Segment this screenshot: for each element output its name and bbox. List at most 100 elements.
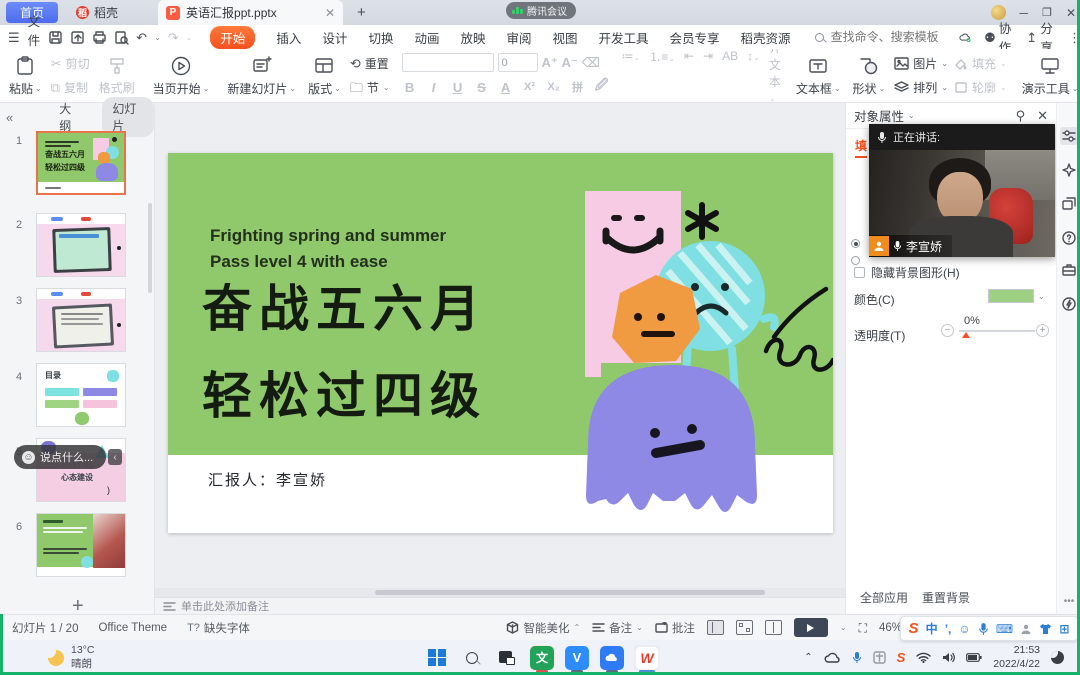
slider-marker[interactable] (962, 332, 970, 338)
more-options-icon[interactable]: ••• (1060, 593, 1078, 611)
transparency-minus[interactable]: − (941, 324, 954, 337)
slideshow-play-button[interactable] (794, 618, 828, 637)
new-slide-button[interactable]: 新建幻灯片⌄ (224, 53, 299, 99)
apply-all-button[interactable]: 全部应用 (860, 589, 908, 606)
font-name-input[interactable] (402, 53, 494, 72)
ime-emoji-icon[interactable]: ☺ (958, 622, 970, 636)
comments-button[interactable]: 批注 (655, 620, 695, 636)
slide-thumbnail-6[interactable] (36, 513, 126, 577)
task-view-button[interactable] (494, 645, 520, 671)
number-list-icon[interactable]: ⒈≡⌄ (649, 49, 675, 65)
notes-bar[interactable]: 单击此处添加备注 (155, 597, 845, 614)
superscript-button[interactable]: X² (522, 81, 538, 93)
theme-name[interactable]: Office Theme (98, 622, 167, 634)
wifi-icon[interactable] (916, 652, 931, 663)
subscript-button[interactable]: X₂ (546, 81, 562, 93)
missing-font-warning[interactable]: T? 缺失字体 (187, 620, 250, 636)
meeting-share-indicator[interactable]: 腾讯会议 (506, 2, 576, 19)
transparency-slider[interactable] (959, 330, 1035, 332)
slide-thumbnail-2[interactable] (36, 213, 126, 277)
tab-review[interactable]: 审阅 (506, 28, 531, 47)
transparency-plus[interactable]: + (1036, 324, 1049, 337)
animation-pane-icon[interactable] (1060, 195, 1078, 213)
arrange-button[interactable]: 排列⌄ (894, 79, 948, 96)
ime-keyboard-icon[interactable]: ⌨ (996, 622, 1013, 636)
slide-editing-area[interactable]: Frighting spring and summer Pass level 4… (168, 153, 833, 533)
section-button[interactable]: 🗀节⌄ (350, 79, 390, 96)
tab-transition[interactable]: 切换 (368, 28, 393, 47)
taskbar-search-button[interactable] (459, 645, 485, 671)
redo-icon[interactable]: ↷ (168, 31, 179, 44)
format-painter-button[interactable]: 格式刷 (96, 54, 138, 98)
undo-icon[interactable]: ↶ (136, 31, 147, 44)
clock[interactable]: 21:53 2022/4/22 (993, 644, 1040, 671)
sogou-logo-icon[interactable]: S (909, 620, 919, 637)
cloud-sync-icon[interactable] (959, 31, 972, 44)
sorter-view-icon[interactable] (736, 620, 753, 635)
meeting-video-window[interactable]: 正在讲话: 李宣娇 (869, 124, 1055, 257)
ime-mode-icon[interactable]: 中 (926, 620, 938, 637)
tray-expand-icon[interactable]: ⌃ (804, 652, 812, 663)
pinyin-button[interactable]: 拼 (570, 79, 586, 95)
weather-widget[interactable]: 13°C 晴朗 (48, 644, 94, 670)
increase-font-icon[interactable]: A⁺ (542, 55, 558, 71)
tab-view[interactable]: 视图 (553, 28, 578, 47)
reset-background-button[interactable]: 重置背景 (922, 589, 970, 606)
present-tools-button[interactable]: 演示工具⌄ (1019, 53, 1080, 99)
text-direction-icon[interactable]: AB (722, 49, 738, 63)
color-picker[interactable]: ⌄ (988, 289, 1045, 303)
taskbar-app-wps[interactable]: W (634, 645, 660, 671)
play-options-arrow[interactable]: ⌄ (840, 623, 847, 632)
outline-button[interactable]: 轮廓⌄ (954, 79, 1007, 96)
toolbox-icon[interactable] (1060, 261, 1078, 279)
docer-tab[interactable]: 稻 稻壳 (76, 4, 118, 21)
bold-button[interactable]: B (402, 80, 418, 95)
italic-button[interactable]: I (426, 80, 442, 95)
indent-icon[interactable]: ⇥ (703, 49, 713, 63)
collapse-panel-icon[interactable]: « (6, 110, 13, 125)
fill-button[interactable]: 填充⌄ (954, 55, 1007, 72)
tab-design[interactable]: 设计 (322, 28, 347, 47)
cut-button[interactable]: ✂剪切 (51, 55, 90, 72)
bullet-list-icon[interactable]: ≔⌄ (622, 49, 641, 63)
ime-voice-icon[interactable] (978, 622, 989, 636)
save-icon[interactable] (48, 30, 63, 45)
fill-option-radio[interactable] (851, 239, 860, 248)
volume-icon[interactable] (942, 652, 955, 663)
tab-docer-res[interactable]: 稻壳资源 (741, 28, 791, 47)
document-tab[interactable]: P 英语汇报ppt.pptx ✕ (158, 0, 343, 25)
zoom-level[interactable]: 46% (879, 622, 902, 634)
fit-slide-icon[interactable]: ⛶ (859, 622, 867, 634)
outdent-icon[interactable]: ⇤ (684, 49, 694, 63)
beautify-button[interactable]: 智能美化⌃ (506, 620, 580, 636)
command-search[interactable] (815, 29, 959, 45)
horizontal-scrollbar[interactable] (155, 588, 845, 597)
ime-account-icon[interactable] (1020, 623, 1032, 635)
slide-thumbnail-1[interactable]: 奋战五六月 轻松过四级 (36, 131, 126, 195)
hide-background-checkbox[interactable]: 隐藏背景图形(H) (854, 264, 960, 281)
decrease-font-icon[interactable]: A⁻ (562, 55, 578, 71)
start-button[interactable] (424, 645, 450, 671)
tab-home[interactable]: 开始 (210, 26, 255, 49)
beautify-star-icon[interactable] (1060, 161, 1078, 179)
play-from-current-button[interactable]: 当页开始⌄ (150, 53, 213, 99)
layout-button[interactable]: 版式⌄ (305, 53, 344, 99)
ime-toolbox-icon[interactable]: ⊞ (1059, 622, 1069, 636)
close-panel-icon[interactable]: ✕ (1037, 109, 1048, 122)
tab-slideshow[interactable]: 放映 (460, 28, 485, 47)
align-text-button[interactable]: ⇳ 对齐文本⌄ (769, 49, 781, 103)
search-input[interactable] (829, 29, 959, 45)
tab-animation[interactable]: 动画 (414, 28, 439, 47)
line-spacing-icon[interactable]: ↕⌄ (747, 49, 760, 63)
battery-icon[interactable] (966, 653, 982, 662)
pin-icon[interactable]: ⚲ (1016, 109, 1026, 122)
close-tab-icon[interactable]: ✕ (325, 6, 335, 20)
font-color-button[interactable]: A (498, 80, 514, 95)
effects-icon[interactable] (1060, 295, 1078, 313)
font-size-input[interactable] (498, 53, 538, 72)
taskbar-app-docs[interactable]: 文 (529, 645, 555, 671)
notes-button[interactable]: 备注⌄ (592, 620, 643, 636)
underline-button[interactable]: U (450, 80, 466, 95)
taskbar-app-meeting[interactable]: V (564, 645, 590, 671)
input-indicator-icon[interactable] (873, 651, 886, 664)
